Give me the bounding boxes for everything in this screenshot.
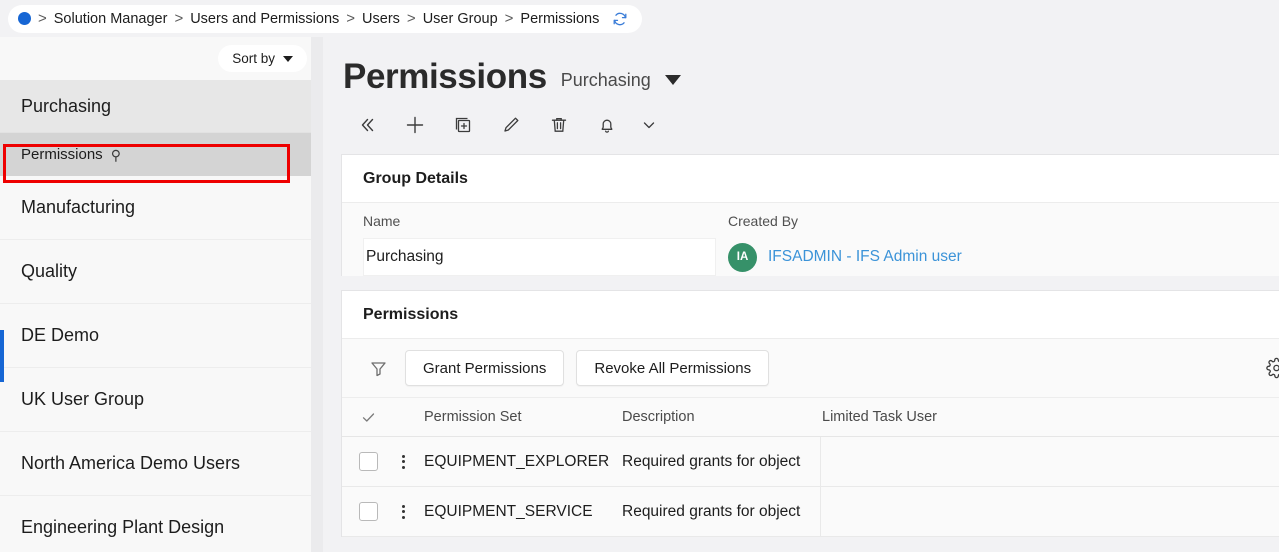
breadcrumb-separator: >	[346, 10, 356, 27]
name-input[interactable]: Purchasing	[363, 238, 716, 276]
edit-icon[interactable]	[487, 106, 535, 144]
avatar: IA	[728, 242, 757, 272]
more-chevron-down-icon[interactable]	[631, 106, 667, 144]
sidebar-group-purchasing[interactable]: Purchasing	[0, 80, 311, 133]
page-header: Permissions Purchasing	[323, 37, 1279, 94]
created-by-label: Created By	[728, 213, 799, 229]
column-header-spacer	[1020, 398, 1279, 436]
sidebar-item-de-demo[interactable]: DE Demo	[0, 304, 311, 368]
notification-icon[interactable]	[583, 106, 631, 144]
breadcrumb-item-solution-manager[interactable]: Solution Manager	[54, 11, 168, 27]
sidebar-scrollbar[interactable]	[311, 37, 323, 552]
breadcrumb-separator: >	[504, 10, 514, 27]
sidebar-item-label: Permissions	[21, 146, 103, 163]
page-context-label: Purchasing	[560, 70, 651, 90]
cell-description: Required grants for object	[622, 502, 801, 520]
permissions-card: Permissions Grant Permissions Revoke All…	[341, 290, 1279, 537]
column-header-description[interactable]: Description	[620, 409, 820, 425]
kebab-menu-icon	[401, 454, 405, 469]
row-menu-button[interactable]	[386, 454, 420, 469]
breadcrumb-item-users-and-permissions[interactable]: Users and Permissions	[190, 11, 339, 27]
row-checkbox[interactable]	[358, 502, 378, 521]
chevron-down-icon	[283, 55, 293, 62]
table-row[interactable]: EQUIPMENT_SERVICE Required grants for ob…	[342, 487, 1279, 537]
page-toolbar	[323, 94, 1279, 144]
breadcrumb-separator: >	[406, 10, 416, 27]
permissions-title: Permissions	[342, 291, 1279, 339]
sidebar-item-north-america-demo-users[interactable]: North America Demo Users	[0, 432, 311, 496]
main-content: Permissions Purchasing Group Details Nam…	[323, 37, 1279, 552]
sidebar-scroll-accent	[0, 330, 4, 382]
column-header-limited-task-user[interactable]: Limited Task User	[820, 398, 1020, 436]
grant-permissions-button[interactable]: Grant Permissions	[405, 350, 565, 386]
breadcrumb-bar: > Solution Manager > Users and Permissio…	[0, 0, 1279, 37]
column-header-permission-set[interactable]: Permission Set	[420, 409, 620, 425]
row-checkbox-cell	[342, 452, 386, 471]
sidebar-toolbar: Sort by	[0, 37, 311, 80]
cell-description: Required grants for object	[622, 452, 801, 470]
delete-icon[interactable]	[535, 106, 583, 144]
sidebar-item-label: Engineering Plant Design	[21, 517, 225, 537]
group-details-card: Group Details Name Purchasing Created By…	[341, 154, 1279, 276]
sidebar-item-engineering-plant-design[interactable]: Engineering Plant Design	[0, 496, 311, 552]
cell-permission-set: EQUIPMENT_SERVICE	[424, 502, 593, 520]
refresh-icon[interactable]	[612, 11, 628, 27]
row-checkbox[interactable]	[358, 452, 378, 471]
cell-limited-task-user	[820, 437, 1020, 486]
table-header-row: Permission Set Description Limited Task …	[342, 398, 1279, 437]
collapse-icon[interactable]	[343, 106, 391, 144]
select-all-checkmark-icon[interactable]	[342, 410, 386, 425]
created-by-field-wrapper: Created By IA IFSADMIN - IFS Admin user	[726, 203, 1106, 276]
permissions-toolbar: Grant Permissions Revoke All Permissions	[342, 339, 1279, 398]
table-row[interactable]: EQUIPMENT_EXPLORER Required grants for o…	[342, 437, 1279, 487]
cell-permission-set: EQUIPMENT_EXPLORER	[424, 452, 610, 470]
sidebar: Sort by Purchasing Permissions ⚲ Manufac…	[0, 37, 311, 552]
sort-by-label: Sort by	[232, 51, 275, 66]
breadcrumb-item-user-group[interactable]: User Group	[423, 11, 498, 27]
breadcrumb-separator: >	[174, 10, 184, 27]
breadcrumb-item-users[interactable]: Users	[362, 11, 400, 27]
cell-spacer	[1020, 437, 1279, 486]
created-by-link[interactable]: IFSADMIN - IFS Admin user	[768, 248, 962, 266]
cell-limited-task-user	[820, 487, 1020, 536]
name-field-label: Name	[363, 213, 401, 229]
sort-by-button[interactable]: Sort by	[218, 45, 307, 72]
breadcrumb-item-permissions[interactable]: Permissions	[520, 11, 599, 27]
sidebar-item-label: DE Demo	[21, 325, 100, 345]
add-icon[interactable]	[391, 106, 439, 144]
group-details-fields: Name Purchasing Created By IA IFSADMIN -…	[342, 203, 1279, 276]
sidebar-item-label: UK User Group	[21, 389, 145, 409]
gear-icon[interactable]	[1266, 357, 1279, 379]
name-field-wrapper: Name Purchasing	[342, 203, 726, 276]
filter-funnel-icon[interactable]	[363, 358, 393, 379]
page-context-chevron-down-icon[interactable]	[664, 75, 681, 85]
row-menu-button[interactable]	[386, 504, 420, 519]
page-title: Permissions	[343, 57, 547, 96]
cell-spacer	[1020, 487, 1279, 536]
pin-icon[interactable]: ⚲	[111, 148, 121, 162]
blue-dot-icon	[18, 12, 31, 25]
sidebar-item-label: North America Demo Users	[21, 453, 241, 473]
sidebar-item-quality[interactable]: Quality	[0, 240, 311, 304]
revoke-all-permissions-button[interactable]: Revoke All Permissions	[576, 350, 770, 386]
sidebar-item-uk-user-group[interactable]: UK User Group	[0, 368, 311, 432]
group-details-title: Group Details	[342, 155, 1279, 203]
sidebar-item-permissions[interactable]: Permissions ⚲	[0, 133, 311, 176]
sidebar-group-label: Purchasing	[21, 95, 112, 116]
row-checkbox-cell	[342, 502, 386, 521]
kebab-menu-icon	[401, 504, 405, 519]
sidebar-item-label: Quality	[21, 261, 78, 281]
breadcrumb: > Solution Manager > Users and Permissio…	[8, 4, 643, 33]
sidebar-item-manufacturing[interactable]: Manufacturing	[0, 176, 311, 240]
permissions-table: Permission Set Description Limited Task …	[342, 398, 1279, 537]
duplicate-icon[interactable]	[439, 106, 487, 144]
breadcrumb-separator: >	[38, 10, 47, 27]
sidebar-item-label: Manufacturing	[21, 197, 136, 217]
